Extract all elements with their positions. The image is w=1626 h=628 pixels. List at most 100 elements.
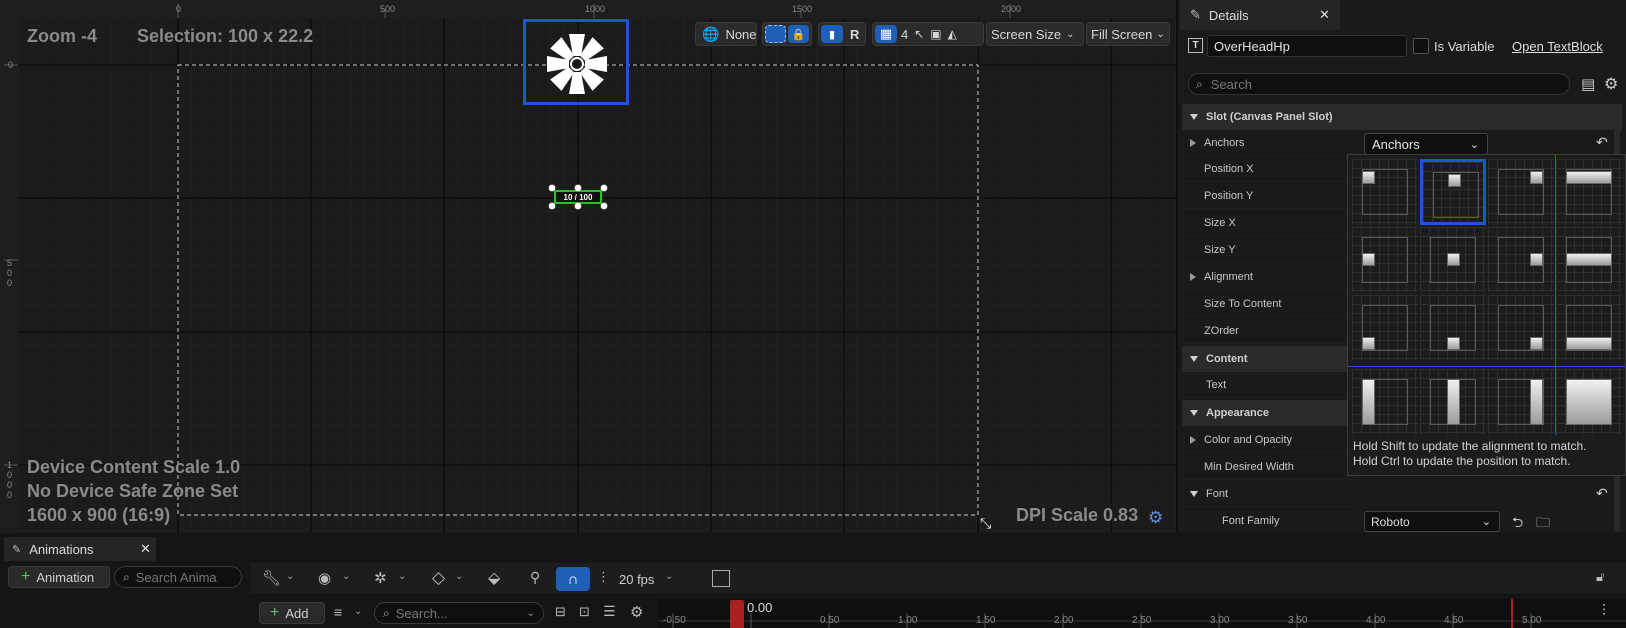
anchor-top-center[interactable] (1420, 159, 1486, 225)
add-animation-button[interactable]: + Animation (8, 566, 110, 588)
screen-size-dropdown[interactable]: Screen Size ⌄ (986, 22, 1084, 46)
open-textblock-link[interactable]: Open TextBlock (1512, 39, 1603, 54)
ruler-label-0: 0 (176, 4, 182, 14)
designer-viewport[interactable]: 0 500 1000 1500 2000 0 500 1000 Zoom -4 … (0, 0, 1176, 533)
anchor-bottom-left[interactable] (1352, 295, 1418, 361)
timeline-tick-label: 1.50 (976, 615, 996, 626)
resize-handle-icon[interactable]: ⤡ (980, 515, 991, 532)
marquee-select-icon[interactable] (765, 25, 787, 43)
is-variable-checkbox[interactable] (1413, 38, 1429, 54)
prop-color-opacity[interactable]: Color and Opacity (1182, 427, 1356, 453)
category-slot[interactable]: Slot (Canvas Panel Slot) (1182, 104, 1622, 130)
close-tab-icon[interactable]: ✕ (140, 541, 151, 557)
lock-icon[interactable]: 🔒 (788, 25, 809, 43)
reset-font-icon[interactable]: ↶ (1596, 485, 1608, 502)
fill-screen-dropdown[interactable]: Fill Screen ⌄ (1086, 22, 1170, 46)
snap-options-icon[interactable]: ⋮ (597, 569, 610, 585)
animations-panel: ✎ Animations ✕ + Animation ⌕ Search Anim… (0, 533, 1626, 628)
anchor-left-stretch[interactable] (1352, 369, 1418, 435)
track-layout-icon[interactable]: ⊡ (579, 604, 590, 620)
curve-view-icon[interactable] (712, 570, 730, 587)
ruler-left-1000: 1000 (7, 460, 13, 500)
anchor-right-stretch[interactable] (1488, 369, 1554, 435)
eye-icon[interactable]: ◉ (318, 569, 331, 587)
prop-font-family: Font Family (1182, 508, 1356, 534)
chevron-down-icon: ⌄ (1066, 28, 1075, 40)
grid-size-value[interactable]: 4 (901, 27, 908, 42)
snap-magnet-icon[interactable]: ∩ (556, 567, 590, 591)
search-animations-input[interactable]: ⌕ Search Anima (114, 566, 242, 588)
brush-icon: ✎ (12, 543, 22, 556)
prop-font[interactable]: Font (1182, 481, 1356, 507)
auto-key-icon[interactable]: ⬙ (488, 568, 500, 588)
close-tab-icon[interactable]: ✕ (1319, 7, 1330, 23)
animations-tab[interactable]: ✎ Animations ✕ (4, 537, 156, 561)
chevron-down-icon[interactable]: ⌄ (286, 571, 294, 582)
zoom-label: Zoom -4 (27, 26, 97, 46)
fps-dropdown[interactable]: 20 fps (619, 572, 654, 587)
globe-icon: 🌐 (702, 25, 720, 42)
timeline-tick-label: 2.50 (1132, 615, 1152, 626)
anchor-center-left[interactable] (1352, 227, 1418, 293)
respect-locks-button[interactable]: R (850, 27, 859, 42)
collapse-tracks-icon[interactable]: ⊟ (555, 604, 566, 620)
chevron-down-icon[interactable]: ⌄ (665, 571, 673, 582)
chevron-down-icon: ⌄ (1469, 138, 1479, 151)
anchor-bottom-center[interactable] (1420, 295, 1486, 361)
prop-zorder: ZOrder (1182, 318, 1356, 344)
anchor-center[interactable] (1420, 227, 1486, 293)
anchor-top-left[interactable] (1352, 159, 1418, 225)
track-search-input[interactable]: ⌕ Search... ⌄ (374, 602, 544, 624)
anchor-bottom-stretch[interactable] (1556, 295, 1622, 361)
key-diamond-icon[interactable]: ◇ (432, 568, 445, 588)
font-family-dropdown[interactable]: Roboto ⌄ (1364, 511, 1500, 532)
chevron-down-icon[interactable]: ⌄ (354, 606, 362, 617)
anchor-center-vertical-stretch[interactable] (1420, 369, 1486, 435)
anchor-full-stretch[interactable] (1556, 369, 1622, 435)
wrench-icon[interactable]: 🔧︎ (262, 569, 281, 587)
search-icon: ⌕ (1196, 76, 1203, 91)
grid-icon[interactable]: ▦ (875, 25, 897, 43)
lock-icon[interactable]: 🔓︎ (1596, 569, 1604, 585)
chevron-down-icon[interactable]: ⌄ (342, 571, 350, 582)
filter-icon[interactable]: ≡ (334, 604, 342, 620)
plus-icon: + (270, 604, 280, 621)
chevron-down-icon: ⌄ (526, 607, 535, 619)
details-tab[interactable]: ✎ Details ✕ (1180, 0, 1340, 30)
list-icon[interactable]: ☰ (603, 603, 616, 620)
anchor-top-stretch[interactable] (1556, 159, 1622, 225)
anchor-center-right[interactable] (1488, 227, 1554, 293)
prop-anchors[interactable]: Anchors (1182, 130, 1356, 156)
prop-alignment[interactable]: Alignment (1182, 264, 1356, 290)
cursor-icon[interactable]: ↖ (914, 27, 924, 41)
timeline-settings-icon[interactable]: ⫶ (1602, 603, 1606, 621)
localization-preview-button[interactable]: 🌐 None (695, 22, 757, 46)
marker-pin-icon[interactable]: ⚲ (530, 569, 540, 586)
respect-locks-group: ▮ R (818, 22, 866, 46)
curve-editor-icon[interactable]: ✲ (374, 569, 387, 587)
anchor-center-stretch[interactable] (1556, 227, 1622, 293)
symmetry-icon[interactable]: ◭ (948, 27, 957, 41)
anchor-top-right[interactable] (1488, 159, 1554, 225)
settings-gear-icon[interactable]: ⚙ (1604, 74, 1618, 94)
reset-anchors-icon[interactable]: ↶ (1596, 134, 1608, 151)
chevron-down-icon[interactable]: ⌄ (398, 571, 406, 582)
widget-name-input[interactable]: OverHeadHp (1207, 35, 1407, 57)
playhead-time: 0.00 (747, 600, 773, 615)
details-search-input[interactable]: ⌕ Search (1188, 73, 1570, 95)
ruler-label-500: 500 (380, 4, 396, 14)
selection-handles[interactable] (546, 182, 610, 212)
image-icon[interactable]: ▣ (930, 27, 941, 41)
add-track-button[interactable]: + Add (259, 602, 325, 624)
anchor-bottom-right[interactable] (1488, 295, 1554, 361)
ruler-left-500: 500 (7, 258, 13, 288)
pin-icon[interactable]: ▮ (821, 25, 843, 43)
property-matrix-icon[interactable]: ▤ (1581, 75, 1595, 93)
chevron-down-icon[interactable]: ⌄ (455, 571, 463, 582)
gear-icon[interactable]: ⚙ (630, 603, 643, 621)
anchor-medallion-icon[interactable] (544, 31, 610, 97)
playhead[interactable] (730, 600, 744, 628)
dpi-settings-gear-icon[interactable]: ⚙ (1148, 508, 1163, 528)
anchors-dropdown[interactable]: Anchors ⌄ (1364, 133, 1488, 155)
ruler-label-2000: 2000 (1001, 4, 1022, 14)
